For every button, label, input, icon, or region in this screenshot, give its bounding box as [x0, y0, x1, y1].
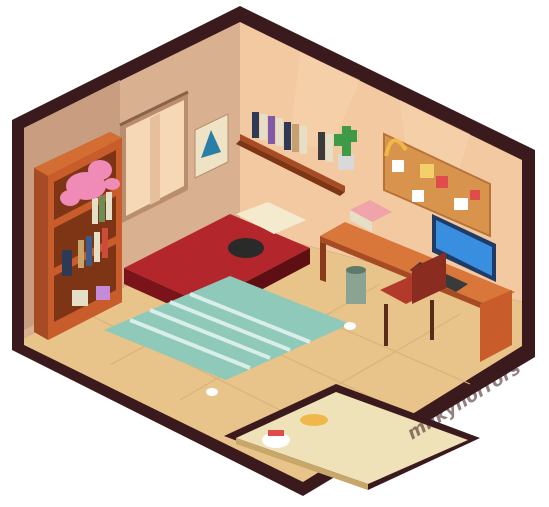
trash-bin — [346, 266, 366, 304]
bedroom-scene: milkyhorrors — [12, 6, 535, 496]
sleeping-black-cat — [228, 238, 264, 258]
